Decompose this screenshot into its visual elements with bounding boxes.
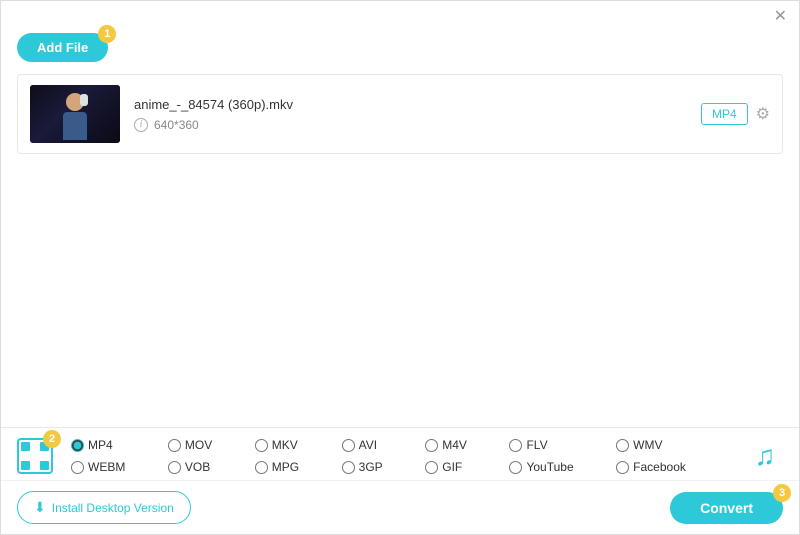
format-label-wmv: WMV <box>633 438 662 452</box>
convert-button[interactable]: Convert 3 <box>670 492 783 524</box>
add-file-badge: 1 <box>98 25 116 43</box>
format-strip: 2 MP4 MOV MKV AVI M4V FLV WMV <box>1 427 799 484</box>
action-bar: ⬇ Install Desktop Version Convert 3 <box>1 480 799 534</box>
format-label-mpg: MPG <box>272 460 299 474</box>
add-file-button[interactable]: Add File 1 <box>17 33 108 62</box>
format-radio-mp4[interactable] <box>71 439 84 452</box>
format-label-facebook: Facebook <box>633 460 686 474</box>
music-icon-container: ♫ <box>747 438 783 474</box>
file-list: anime_-_84574 (360p).mkv i 640*360 MP4 ⚙ <box>17 74 783 154</box>
format-radio-3gp[interactable] <box>342 461 355 474</box>
install-desktop-button[interactable]: ⬇ Install Desktop Version <box>17 491 191 524</box>
music-icon: ♫ <box>755 442 776 470</box>
format-label-flv: FLV <box>526 438 547 452</box>
format-radio-facebook[interactable] <box>616 461 629 474</box>
format-option-webm[interactable]: WEBM <box>63 458 160 476</box>
format-radio-avi[interactable] <box>342 439 355 452</box>
format-radio-mkv[interactable] <box>255 439 268 452</box>
format-label-mkv: MKV <box>272 438 298 452</box>
format-option-flv[interactable]: FLV <box>501 436 608 454</box>
format-radio-wmv[interactable] <box>616 439 629 452</box>
download-icon: ⬇ <box>34 499 46 516</box>
format-option-wmv[interactable]: WMV <box>608 436 720 454</box>
file-meta: i 640*360 <box>134 118 687 132</box>
format-strip-badge: 2 <box>43 430 61 448</box>
convert-badge: 3 <box>773 484 791 502</box>
toolbar: Add File 1 <box>1 29 799 70</box>
file-name: anime_-_84574 (360p).mkv <box>134 97 687 112</box>
format-option-vob[interactable]: VOB <box>160 458 247 476</box>
format-radio-gif[interactable] <box>425 461 438 474</box>
format-option-m4v[interactable]: M4V <box>417 436 501 454</box>
content-area <box>1 158 799 358</box>
format-option-mov[interactable]: MOV <box>160 436 247 454</box>
format-label-mov: MOV <box>185 438 212 452</box>
file-actions: MP4 ⚙ <box>701 103 770 125</box>
info-icon: i <box>134 118 148 132</box>
format-option-youtube[interactable]: YouTube <box>501 458 608 476</box>
format-radio-webm[interactable] <box>71 461 84 474</box>
gear-icon[interactable]: ⚙ <box>756 104 770 124</box>
format-option-gif[interactable]: GIF <box>417 458 501 476</box>
file-item: anime_-_84574 (360p).mkv i 640*360 MP4 ⚙ <box>18 75 782 153</box>
file-resolution: 640*360 <box>154 118 199 132</box>
format-option-mp4[interactable]: MP4 <box>63 436 160 454</box>
format-label-youtube: YouTube <box>526 460 573 474</box>
format-option-mpg[interactable]: MPG <box>247 458 334 476</box>
format-radio-flv[interactable] <box>509 439 522 452</box>
format-option-avi[interactable]: AVI <box>334 436 418 454</box>
format-radio-mpg[interactable] <box>255 461 268 474</box>
title-bar: ✕ <box>1 1 799 29</box>
format-label-mp4: MP4 <box>88 438 113 452</box>
format-radio-m4v[interactable] <box>425 439 438 452</box>
format-tag-button[interactable]: MP4 <box>701 103 748 125</box>
format-options-grid: MP4 MOV MKV AVI M4V FLV WMV W <box>63 436 747 476</box>
format-label-avi: AVI <box>359 438 377 452</box>
file-info: anime_-_84574 (360p).mkv i 640*360 <box>134 97 687 132</box>
format-radio-mov[interactable] <box>168 439 181 452</box>
format-label-3gp: 3GP <box>359 460 383 474</box>
format-radio-youtube[interactable] <box>509 461 522 474</box>
format-label-gif: GIF <box>442 460 462 474</box>
format-label-webm: WEBM <box>88 460 125 474</box>
format-option-3gp[interactable]: 3GP <box>334 458 418 476</box>
format-radio-vob[interactable] <box>168 461 181 474</box>
format-label-vob: VOB <box>185 460 210 474</box>
format-option-mkv[interactable]: MKV <box>247 436 334 454</box>
close-button[interactable]: ✕ <box>774 9 787 25</box>
file-thumbnail <box>30 85 120 143</box>
format-label-m4v: M4V <box>442 438 467 452</box>
format-option-facebook[interactable]: Facebook <box>608 458 720 476</box>
